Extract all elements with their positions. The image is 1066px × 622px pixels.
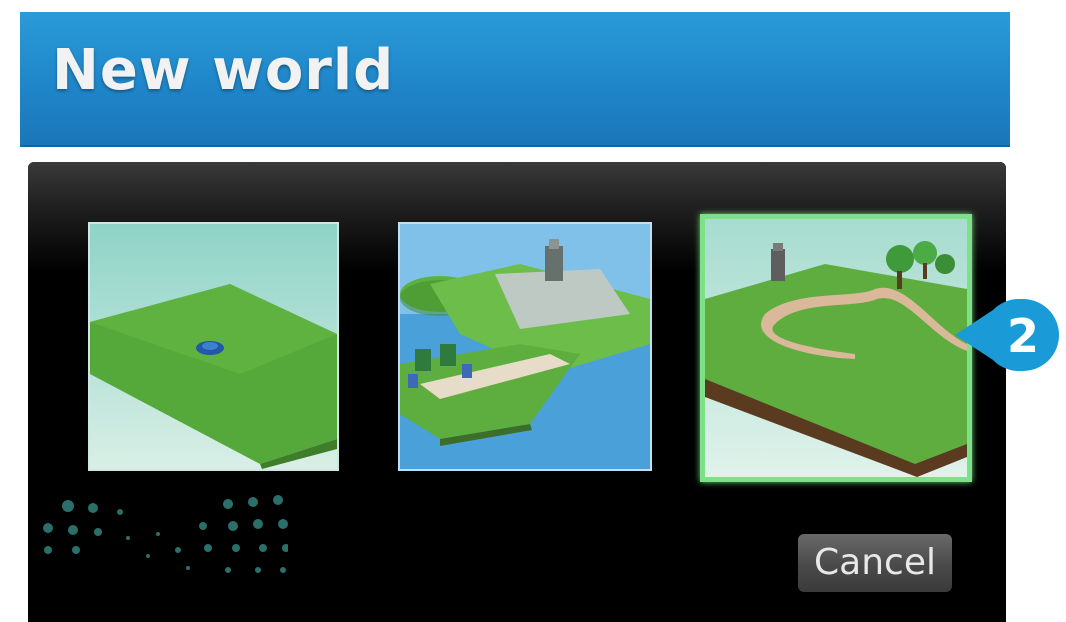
title-bar: New world bbox=[20, 12, 1010, 147]
hills-path-preview bbox=[705, 219, 967, 477]
callout-number: 2 bbox=[1006, 309, 1039, 363]
flat-terrain-preview bbox=[90, 224, 337, 469]
template-island-village[interactable] bbox=[398, 222, 652, 471]
cancel-button[interactable]: Cancel bbox=[798, 534, 952, 592]
decorative-dots bbox=[43, 495, 288, 573]
dialog-title: New world bbox=[52, 38, 395, 103]
template-flat-terrain[interactable] bbox=[88, 222, 339, 471]
template-hills-path[interactable] bbox=[700, 214, 972, 482]
island-village-preview bbox=[400, 224, 650, 469]
new-world-dialog: New world Cancel bbox=[20, 12, 1010, 622]
dialog-body: Cancel bbox=[28, 162, 1006, 622]
